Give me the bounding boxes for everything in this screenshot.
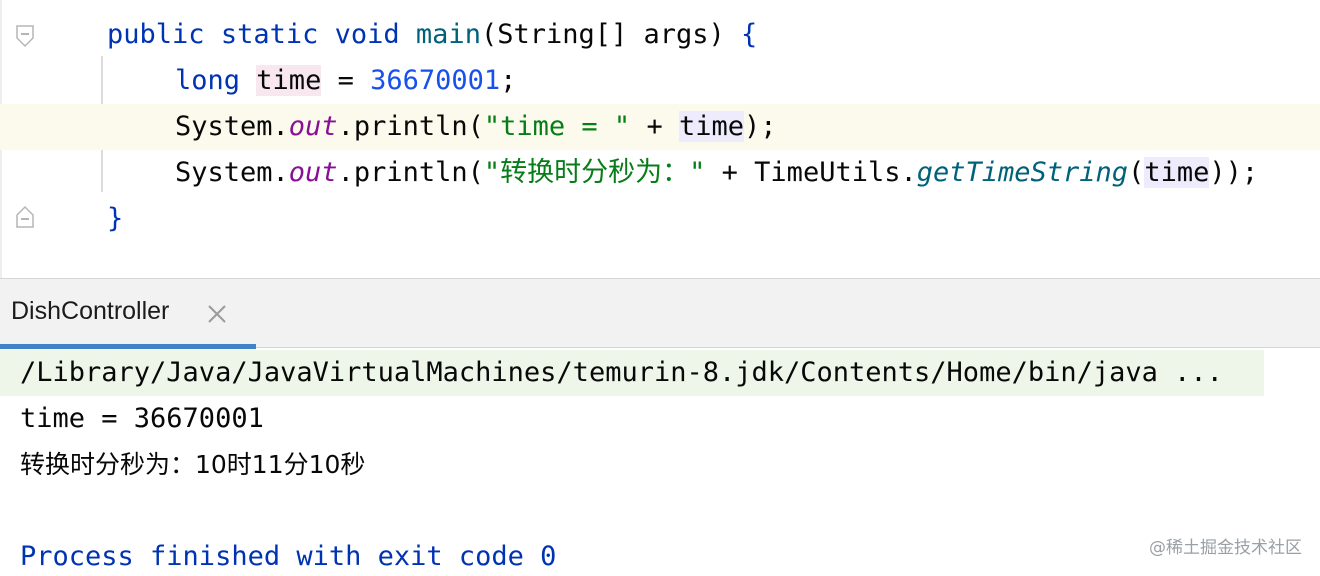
open-paren: ( <box>1128 157 1145 188</box>
concat-operator: + TimeUtils. <box>705 157 917 188</box>
string-literal: "转换时分秒为：" <box>483 157 706 188</box>
command-text: /Library/Java/JavaVirtualMachines/temuri… <box>20 357 1223 388</box>
run-tool-window: DishController /Library/Java/JavaVirtual… <box>0 278 1320 576</box>
code-line-declaration[interactable]: long time = 36670001; <box>0 58 1320 104</box>
method-params: (String[] args) <box>480 19 742 50</box>
println-call: .println( <box>337 111 484 142</box>
console-command-line[interactable]: /Library/Java/JavaVirtualMachines/temuri… <box>0 350 1264 396</box>
watermark: @稀土掘金技术社区 <box>1149 538 1302 558</box>
string-literal: "time = " <box>483 111 631 142</box>
system-ref: System. <box>175 157 289 188</box>
console-exit-line: Process finished with exit code 0 <box>0 534 556 576</box>
code-line-close-brace[interactable]: } <box>0 196 1320 242</box>
output-text: 转换时分秒为：10时11分10秒 <box>20 450 366 479</box>
active-tab-indicator <box>0 344 256 349</box>
output-text: time = 36670001 <box>20 403 264 434</box>
system-ref: System. <box>175 111 289 142</box>
variable-time-usage[interactable]: time <box>1144 157 1210 188</box>
open-brace: { <box>741 19 758 50</box>
out-field: out <box>288 111 338 142</box>
code-line-println-converted[interactable]: System.out.println("转换时分秒为：" + TimeUtils… <box>0 150 1320 196</box>
console-output-line: time = 36670001 <box>0 396 264 442</box>
keyword-public: public <box>107 19 205 50</box>
run-tab-bar: DishController <box>0 278 1320 349</box>
concat-operator: + <box>630 111 679 142</box>
static-method-call[interactable]: getTimeString <box>917 157 1128 188</box>
method-name: main <box>415 19 481 50</box>
close-brace: } <box>107 203 124 234</box>
out-field: out <box>288 157 338 188</box>
code-line-main-signature[interactable]: public static void main(String[] args) { <box>0 12 1320 58</box>
close-icon[interactable] <box>204 301 230 327</box>
variable-time-declaration[interactable]: time <box>256 65 322 96</box>
console-output-line: 转换时分秒为：10时11分10秒 <box>0 442 365 488</box>
println-call: .println( <box>337 157 484 188</box>
code-editor[interactable]: public static void main(String[] args) {… <box>0 0 1320 278</box>
assign-operator: = <box>321 65 371 96</box>
tab-dishcontroller[interactable]: DishController <box>0 279 256 349</box>
statement-end: )); <box>1209 157 1259 188</box>
variable-time-usage[interactable]: time <box>678 111 745 142</box>
number-literal: 36670001 <box>370 65 501 96</box>
statement-end: ); <box>744 111 777 142</box>
keyword-long: long <box>175 65 241 96</box>
exit-status-text: Process finished with exit code 0 <box>20 541 557 572</box>
semicolon: ; <box>500 65 517 96</box>
tab-label: DishController <box>11 297 170 325</box>
keyword-void: void <box>334 19 400 50</box>
code-line-println-time[interactable]: System.out.println("time = " + time); <box>0 104 1320 150</box>
keyword-static: static <box>220 19 319 50</box>
